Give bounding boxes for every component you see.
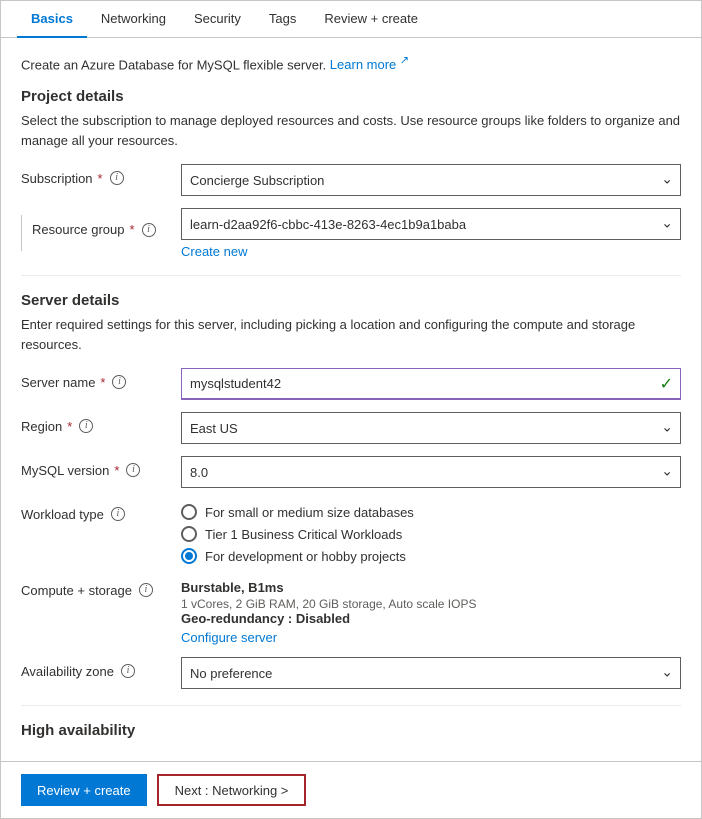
- workload-type-info-icon[interactable]: i: [111, 507, 125, 521]
- server-details-desc: Enter required settings for this server,…: [21, 315, 681, 354]
- workload-option-dev[interactable]: For development or hobby projects: [181, 548, 681, 564]
- resource-group-select[interactable]: learn-d2aa92f6-cbbc-413e-8263-4ec1b9a1ba…: [181, 208, 681, 240]
- subscription-select[interactable]: Concierge Subscription: [181, 164, 681, 196]
- configure-server-link[interactable]: Configure server: [181, 630, 681, 645]
- subscription-field: Concierge Subscription: [181, 164, 681, 196]
- workload-option-tier1[interactable]: Tier 1 Business Critical Workloads: [181, 526, 681, 542]
- compute-geo: Geo-redundancy : Disabled: [181, 611, 681, 626]
- resource-group-required: *: [130, 222, 135, 237]
- server-name-label: Server name * i: [21, 368, 181, 390]
- resource-group-select-wrapper: learn-d2aa92f6-cbbc-413e-8263-4ec1b9a1ba…: [181, 208, 681, 240]
- review-create-button[interactable]: Review + create: [21, 774, 147, 806]
- region-info-icon[interactable]: i: [79, 419, 93, 433]
- mysql-version-info-icon[interactable]: i: [126, 463, 140, 477]
- compute-storage-info-icon[interactable]: i: [139, 583, 153, 597]
- workload-type-label: Workload type i: [21, 500, 181, 522]
- resource-group-label: Resource group: [32, 222, 125, 237]
- region-select[interactable]: East US: [181, 412, 681, 444]
- availability-zone-field: No preference: [181, 657, 681, 689]
- resource-group-info-icon[interactable]: i: [142, 223, 156, 237]
- server-name-info-icon[interactable]: i: [112, 375, 126, 389]
- subscription-label: Subscription * i: [21, 164, 181, 186]
- compute-storage-row: Compute + storage i Burstable, B1ms 1 vC…: [21, 576, 681, 645]
- resource-group-field: learn-d2aa92f6-cbbc-413e-8263-4ec1b9a1ba…: [181, 208, 681, 259]
- mysql-version-label: MySQL version * i: [21, 456, 181, 478]
- high-availability-title: High availability: [21, 722, 681, 739]
- tab-security[interactable]: Security: [180, 1, 255, 38]
- server-name-input[interactable]: [181, 368, 681, 400]
- mysql-version-select-wrapper: 8.0: [181, 456, 681, 488]
- server-name-row: Server name * i ✓: [21, 368, 681, 400]
- server-name-field: ✓: [181, 368, 681, 400]
- availability-zone-select[interactable]: No preference: [181, 657, 681, 689]
- compute-desc: 1 vCores, 2 GiB RAM, 20 GiB storage, Aut…: [181, 597, 681, 611]
- region-required: *: [67, 419, 72, 434]
- mysql-version-field: 8.0: [181, 456, 681, 488]
- workload-option-small[interactable]: For small or medium size databases: [181, 504, 681, 520]
- tab-networking[interactable]: Networking: [87, 1, 180, 38]
- subscription-select-wrapper: Concierge Subscription: [181, 164, 681, 196]
- tab-bar: Basics Networking Security Tags Review +…: [1, 1, 701, 38]
- workload-radio-group: For small or medium size databases Tier …: [181, 500, 681, 564]
- project-details-title: Project details: [21, 88, 681, 105]
- subscription-required: *: [98, 171, 103, 186]
- subscription-info-icon[interactable]: i: [110, 171, 124, 185]
- availability-zone-row: Availability zone i No preference: [21, 657, 681, 689]
- external-link-icon: ↗: [400, 55, 409, 67]
- tab-basics[interactable]: Basics: [17, 1, 87, 38]
- intro-text: Create an Azure Database for MySQL flexi…: [21, 54, 681, 72]
- region-select-wrapper: East US: [181, 412, 681, 444]
- subscription-row: Subscription * i Concierge Subscription: [21, 164, 681, 196]
- tab-tags[interactable]: Tags: [255, 1, 310, 38]
- radio-dev-icon: [181, 548, 197, 564]
- availability-zone-select-wrapper: No preference: [181, 657, 681, 689]
- radio-small-icon: [181, 504, 197, 520]
- availability-zone-label: Availability zone i: [21, 657, 181, 679]
- availability-zone-info-icon[interactable]: i: [121, 664, 135, 678]
- resource-group-label-outer: Resource group * i: [21, 208, 181, 251]
- region-row: Region * i East US: [21, 412, 681, 444]
- footer: Review + create Next : Networking >: [1, 761, 701, 818]
- mysql-version-required: *: [114, 463, 119, 478]
- main-content: Create an Azure Database for MySQL flexi…: [1, 38, 701, 761]
- next-networking-button[interactable]: Next : Networking >: [157, 774, 307, 806]
- radio-tier1-icon: [181, 526, 197, 542]
- mysql-version-select[interactable]: 8.0: [181, 456, 681, 488]
- high-availability-section: High availability: [21, 722, 681, 739]
- resource-group-row: Resource group * i learn-d2aa92f6-cbbc-4…: [21, 208, 681, 259]
- server-name-input-wrap: ✓: [181, 368, 681, 400]
- workload-type-field: For small or medium size databases Tier …: [181, 500, 681, 564]
- divider-1: [21, 275, 681, 276]
- workload-type-row: Workload type i For small or medium size…: [21, 500, 681, 564]
- learn-more-link[interactable]: Learn more ↗: [330, 57, 409, 72]
- check-icon: ✓: [660, 374, 673, 394]
- region-label: Region * i: [21, 412, 181, 434]
- compute-storage-label: Compute + storage i: [21, 576, 181, 598]
- project-details-section: Project details Select the subscription …: [21, 88, 681, 259]
- create-new-link[interactable]: Create new: [181, 244, 681, 259]
- mysql-version-row: MySQL version * i 8.0: [21, 456, 681, 488]
- server-details-title: Server details: [21, 292, 681, 309]
- region-field: East US: [181, 412, 681, 444]
- indent-line: [21, 215, 22, 251]
- compute-storage-field: Burstable, B1ms 1 vCores, 2 GiB RAM, 20 …: [181, 576, 681, 645]
- compute-tier: Burstable, B1ms: [181, 580, 681, 595]
- server-details-section: Server details Enter required settings f…: [21, 292, 681, 689]
- server-name-required: *: [100, 375, 105, 390]
- project-details-desc: Select the subscription to manage deploy…: [21, 111, 681, 150]
- tab-review-create[interactable]: Review + create: [310, 1, 432, 38]
- divider-2: [21, 705, 681, 706]
